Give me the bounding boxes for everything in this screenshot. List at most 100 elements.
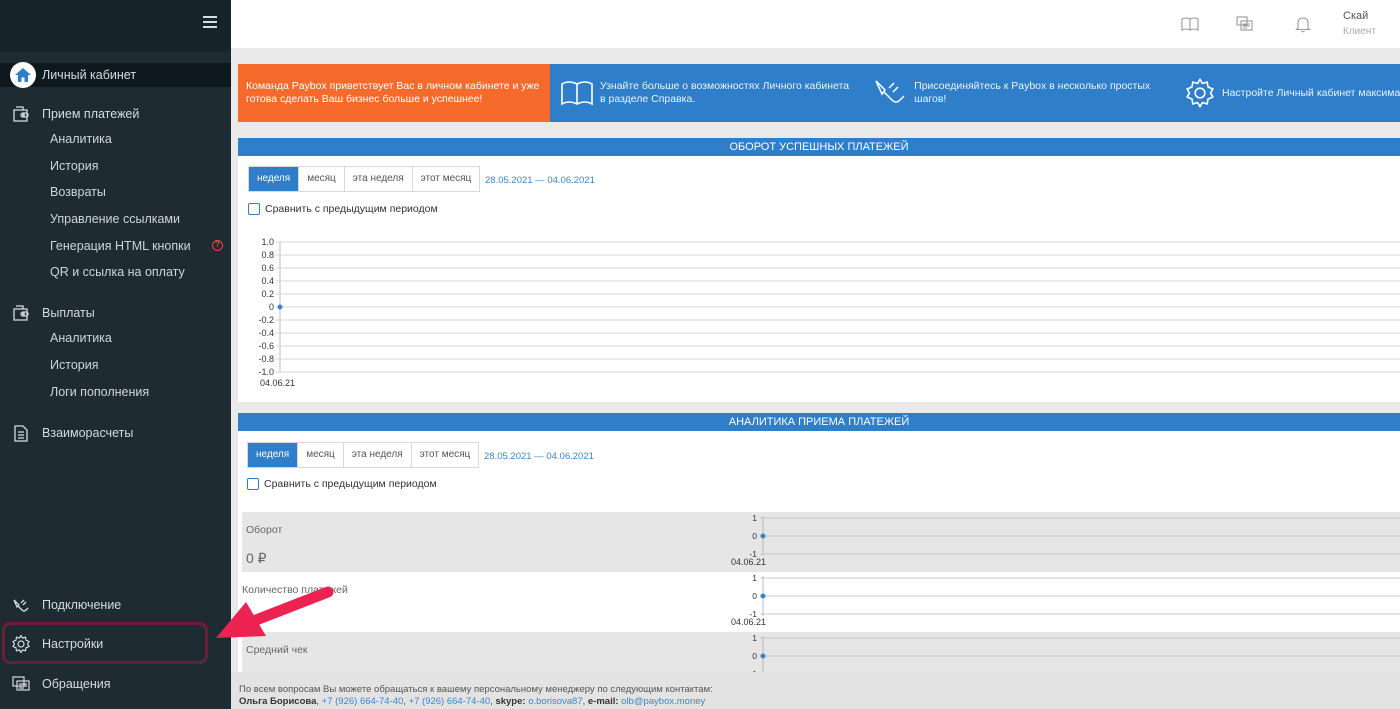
setup-banner-text: Настройте Личный кабинет максимально для… — [1222, 86, 1400, 99]
data-point — [760, 593, 766, 599]
setup-banner-link[interactable]: Настройте Личный кабинет максимально для… — [1184, 64, 1400, 122]
y-tick-label: 0 — [752, 651, 757, 661]
data-point — [277, 304, 283, 310]
period-week-button[interactable]: неделя — [249, 167, 300, 191]
y-tick-label: 0.2 — [261, 289, 274, 299]
metric-row-turnover: Оборот 0 ₽ 1 0 -1 04.06.21 — [242, 512, 1400, 572]
y-tick-label: 1 — [752, 513, 757, 523]
y-tick-label: -0.8 — [258, 354, 274, 364]
settings-highlight-frame — [2, 622, 208, 664]
sidebar-item-payments-analytics[interactable]: Аналитика — [50, 132, 112, 146]
user-role: Клиент — [1343, 26, 1376, 37]
bell-icon[interactable] — [1295, 16, 1311, 33]
email-label: e-mail: — [587, 696, 619, 707]
y-tick-label: -0.4 — [258, 328, 274, 338]
compare-label: Сравнить с предыдущим периодом — [265, 203, 438, 215]
sidebar-item-topup-logs[interactable]: Логи пополнения — [50, 385, 149, 399]
sidebar-item-payouts-analytics[interactable]: Аналитика — [50, 331, 112, 345]
period-selector: неделя месяц эта неделя этот месяц — [248, 166, 481, 192]
sidebar-item-settlements[interactable]: Взаиморасчеты — [0, 422, 231, 444]
period-this-month-button[interactable]: этот месяц — [412, 167, 480, 191]
y-tick-label: 1.0 — [261, 237, 274, 247]
help-banner-link[interactable]: Узнайте больше о возможностях Личного ка… — [560, 64, 850, 122]
compare-label: Сравнить с предыдущим периодом — [264, 478, 437, 490]
y-tick-label: 0.4 — [261, 276, 274, 286]
footer-contacts: Ольга Борисова, +7 (926) 664-74-40, +7 (… — [239, 696, 706, 707]
annotation-arrow — [216, 586, 334, 638]
hamburger-menu-icon[interactable] — [203, 16, 217, 30]
metric-chart: 10-104.06.21 — [731, 513, 1400, 567]
compare-checkbox[interactable]: Сравнить с предыдущим периодом — [247, 478, 437, 490]
warning-icon: ? — [212, 240, 223, 251]
y-tick-label: -0.2 — [258, 315, 274, 325]
phone-link[interactable]: +7 (926) 664-74-40 — [322, 696, 404, 707]
compare-checkbox[interactable]: Сравнить с предыдущим периодом — [248, 203, 438, 215]
plug-icon — [872, 78, 908, 108]
data-point — [760, 653, 766, 659]
sidebar-item-label: Подключение — [42, 598, 122, 612]
sidebar-item-payouts[interactable]: Выплаты — [0, 302, 231, 324]
sidebar-item-payments-history[interactable]: История — [50, 159, 98, 173]
y-tick-label: 0 — [752, 591, 757, 601]
footer: По всем вопросам Вы можете обращаться к … — [231, 672, 1400, 709]
sidebar-item-appeals[interactable]: Обращения — [0, 673, 231, 695]
email-link[interactable]: olb@paybox.money — [621, 696, 705, 707]
y-tick-label: 1 — [752, 633, 757, 643]
turnover-chart: 1.0 0.8 0.6 0.4 0.2 0 -0.2 -0.4 -0.6 -0.8 -1.004.0… — [258, 237, 1400, 388]
period-this-week-button[interactable]: эта неделя — [344, 167, 413, 191]
sidebar-item-label: Взаиморасчеты — [42, 426, 134, 440]
help-banner-text: Узнайте больше о возможностях Личного ка… — [600, 80, 850, 105]
x-tick-label: 04.06.21 — [731, 617, 766, 627]
skype-label: skype: — [495, 696, 526, 707]
sidebar-item-refunds[interactable]: Возвраты — [50, 185, 106, 199]
date-range-picker[interactable]: 28.05.2021 — 04.06.2021 — [484, 451, 594, 462]
book-icon[interactable] — [1181, 16, 1199, 32]
metric-row-average: Средний чек 10-1 — [242, 632, 1400, 672]
chat-icon — [0, 676, 42, 692]
messages-icon[interactable] — [1236, 16, 1253, 32]
period-this-week-button[interactable]: эта неделя — [343, 443, 412, 467]
date-range-picker[interactable]: 28.05.2021 — 04.06.2021 — [485, 175, 595, 186]
data-point — [760, 533, 766, 539]
checkbox-box — [247, 478, 259, 490]
phone-link[interactable]: +7 (926) 664-74-40 — [409, 696, 491, 707]
metric-chart: 10-104.06.21 — [731, 573, 1400, 627]
sidebar-item-label: Личный кабинет — [42, 68, 137, 82]
sidebar-item-connection[interactable]: Подключение — [0, 594, 231, 616]
book-icon — [560, 79, 594, 107]
x-tick-label: 04.06.21 — [260, 378, 295, 388]
period-week-button[interactable]: неделя — [248, 443, 299, 467]
y-tick-label: -1.0 — [258, 367, 274, 377]
y-tick-label: 1 — [752, 573, 757, 583]
sidebar-item-home[interactable]: Личный кабинет — [0, 62, 231, 88]
sidebar-item-label: Прием платежей — [42, 107, 140, 121]
sidebar-item-html-button[interactable]: Генерация HTML кнопки — [50, 239, 191, 253]
sidebar-item-payments[interactable]: Прием платежей — [0, 103, 231, 125]
promo-banner: Команда Paybox приветствует Вас в личном… — [238, 64, 1400, 122]
turnover-panel: ОБОРОТ УСПЕШНЫХ ПЛАТЕЖЕЙ неделя месяц эт… — [238, 138, 1400, 402]
manager-name: Ольга Борисова — [239, 696, 317, 707]
sidebar-item-label: Выплаты — [42, 306, 95, 320]
y-tick-label: 0.8 — [261, 250, 274, 260]
sidebar-header — [0, 0, 231, 52]
join-banner-link[interactable]: Присоединяйтесь к Paybox в несколько про… — [872, 64, 1172, 122]
period-month-button[interactable]: месяц — [298, 443, 344, 467]
plug-icon — [0, 596, 42, 614]
sidebar-item-qr-link[interactable]: QR и ссылка на оплату — [50, 265, 185, 279]
sidebar-item-link-management[interactable]: Управление ссылками — [50, 212, 180, 226]
sidebar: Личный кабинет Прием платежей Аналитика … — [0, 0, 231, 709]
wallet-icon — [0, 304, 42, 322]
top-header: Скай Клиент — [231, 0, 1400, 48]
metric-row-count: Количество платежей 1 0 -1 04.06.21 — [242, 572, 1400, 632]
metric-chart: 10-1 — [749, 633, 1400, 672]
user-name[interactable]: Скай — [1343, 10, 1368, 22]
sidebar-item-payouts-history[interactable]: История — [50, 358, 98, 372]
y-tick-label: -0.6 — [258, 341, 274, 351]
y-tick-label: 0 — [752, 531, 757, 541]
period-month-button[interactable]: месяц — [299, 167, 345, 191]
skype-link[interactable]: o.borisova87 — [528, 696, 582, 707]
period-this-month-button[interactable]: этот месяц — [411, 443, 479, 467]
period-selector: неделя месяц эта неделя этот месяц — [247, 442, 480, 468]
home-icon — [10, 62, 36, 88]
wallet-icon — [0, 105, 42, 123]
